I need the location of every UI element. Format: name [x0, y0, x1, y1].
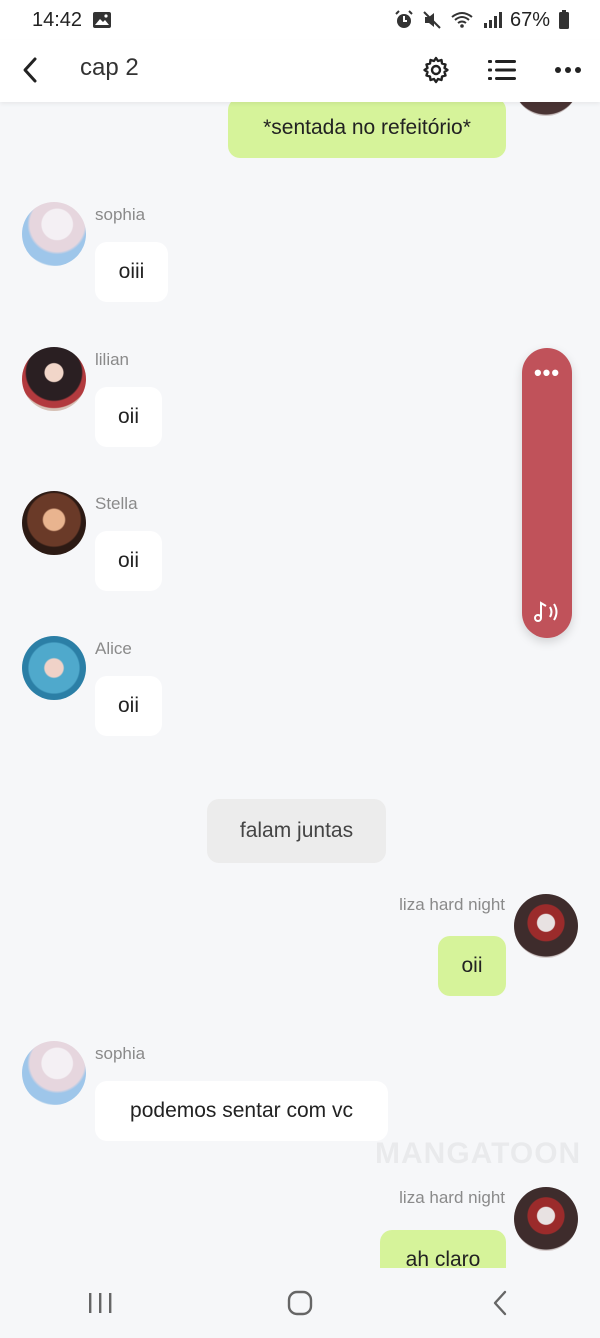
home-icon	[287, 1290, 313, 1316]
chat-bubble-left: podemos sentar com vc	[95, 1081, 388, 1141]
back-button[interactable]	[12, 52, 48, 88]
sender-name: Alice	[95, 639, 132, 658]
back-icon	[23, 57, 37, 83]
list-icon	[488, 60, 516, 80]
avatar[interactable]	[514, 1187, 578, 1251]
watermark: MANGATOON	[375, 1137, 582, 1170]
message-list[interactable]: *sentada no refeitório* sophia oiii lili…	[0, 102, 600, 1268]
recent-apps-button[interactable]	[70, 1273, 130, 1333]
chat-bubble-left: oii	[95, 676, 162, 736]
page-title: cap 2	[80, 54, 139, 81]
chat-bubble-left: oii	[95, 387, 162, 447]
avatar[interactable]	[22, 1041, 86, 1105]
mute-icon	[422, 10, 442, 30]
narration-bubble: falam juntas	[207, 799, 386, 863]
chapter-list-button[interactable]	[482, 52, 522, 88]
settings-icon	[423, 56, 449, 84]
chat-bubble-left: oiii	[95, 242, 168, 302]
sender-name: liza hard night	[399, 1188, 505, 1207]
more-icon	[555, 67, 581, 73]
sender-name: lilian	[95, 350, 130, 369]
avatar[interactable]	[22, 202, 86, 266]
image-icon	[92, 11, 112, 29]
avatar[interactable]	[22, 491, 86, 555]
audio-panel-more[interactable]: •••	[522, 360, 572, 386]
audio-panel[interactable]: •••	[522, 348, 572, 638]
wifi-icon	[450, 10, 474, 30]
home-button[interactable]	[270, 1273, 330, 1333]
status-time: 14:42	[32, 8, 83, 31]
chat-bubble-right: *sentada no refeitório*	[228, 102, 506, 158]
avatar[interactable]	[514, 894, 578, 958]
sender-name: liza hard night	[399, 895, 505, 914]
sender-name: sophia	[95, 205, 146, 224]
signal-icon	[482, 11, 502, 29]
sender-name: Stella	[95, 494, 138, 513]
chat-header: cap 2	[0, 40, 600, 102]
nav-back-button[interactable]	[470, 1273, 530, 1333]
sender-name: sophia	[95, 1044, 146, 1063]
music-voice-icon[interactable]	[531, 598, 565, 626]
battery-percent: 67%	[509, 8, 550, 31]
system-nav-bar	[0, 1268, 600, 1338]
recent-apps-icon	[89, 1293, 112, 1313]
chat-bubble-left: oii	[95, 531, 162, 591]
settings-button[interactable]	[416, 52, 456, 88]
avatar[interactable]	[514, 102, 578, 116]
avatar[interactable]	[22, 347, 86, 411]
nav-back-icon	[493, 1290, 507, 1316]
more-options-button[interactable]	[548, 52, 588, 88]
battery-icon	[558, 10, 570, 30]
status-bar: 14:42 67%	[0, 0, 600, 40]
avatar[interactable]	[22, 636, 86, 700]
chat-bubble-right: oii	[438, 936, 506, 996]
alarm-icon	[394, 10, 414, 30]
chat-bubble-right: ah claro	[380, 1230, 506, 1268]
